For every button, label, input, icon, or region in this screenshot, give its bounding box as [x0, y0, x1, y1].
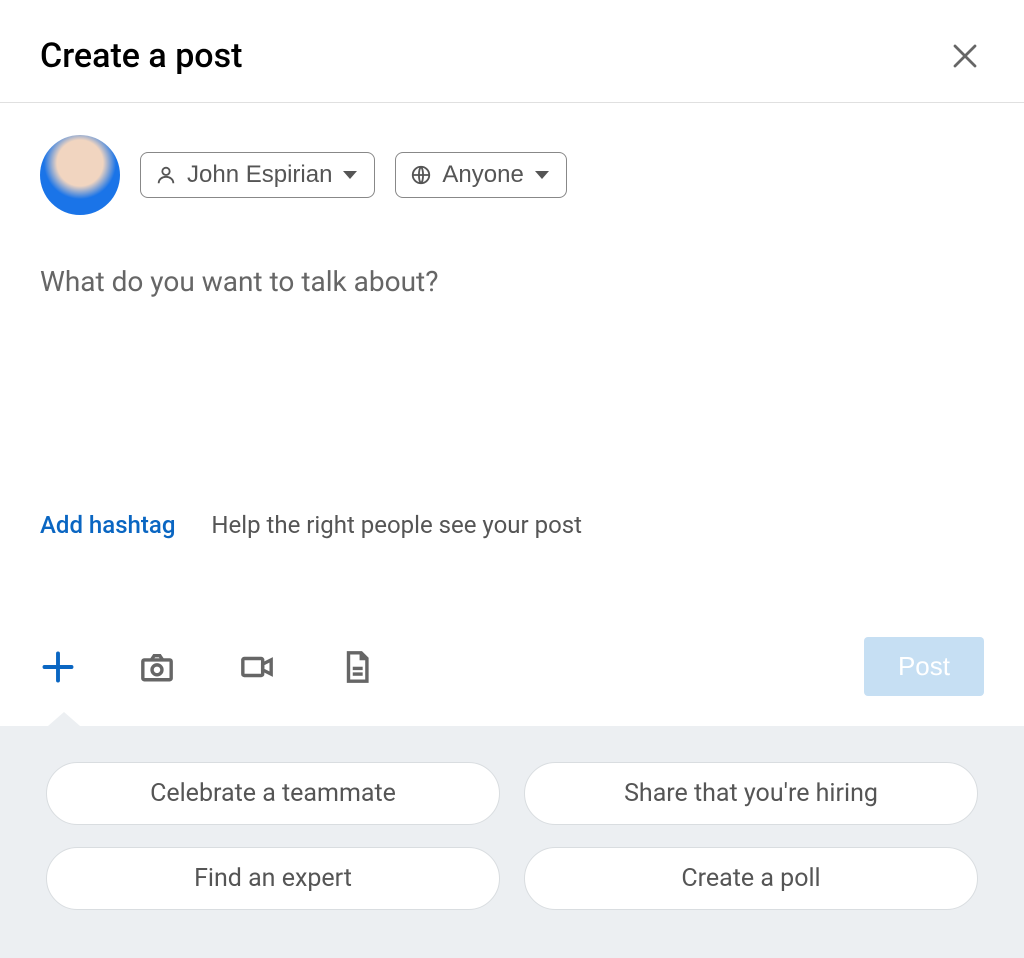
- plus-icon: [40, 649, 76, 685]
- caret-down-icon: [342, 169, 358, 181]
- audience-selector[interactable]: Anyone: [395, 152, 566, 198]
- tool-icons: [40, 649, 376, 685]
- add-document-button[interactable]: [338, 650, 376, 684]
- add-photo-button[interactable]: [138, 650, 176, 684]
- suggestion-create-poll[interactable]: Create a poll: [524, 847, 978, 910]
- person-icon: [155, 164, 177, 186]
- add-video-button[interactable]: [238, 650, 276, 684]
- camera-icon: [138, 650, 176, 684]
- hashtag-hint: Help the right people see your post: [211, 511, 582, 539]
- compose-textarea[interactable]: [40, 265, 984, 505]
- action-row: Post: [0, 603, 1024, 726]
- document-icon: [338, 650, 376, 684]
- globe-icon: [410, 164, 432, 186]
- avatar: [40, 135, 120, 215]
- video-icon: [238, 650, 276, 684]
- suggestion-share-hiring[interactable]: Share that you're hiring: [524, 762, 978, 825]
- post-button[interactable]: Post: [864, 637, 984, 696]
- author-selector[interactable]: John Espirian: [140, 152, 375, 198]
- hashtag-row: Add hashtag Help the right people see yo…: [40, 511, 984, 539]
- author-row: John Espirian Anyone: [40, 135, 984, 215]
- caret-down-icon: [534, 169, 550, 181]
- modal-title: Create a post: [40, 36, 242, 76]
- suggestions-panel: Celebrate a teammate Share that you're h…: [0, 726, 1024, 958]
- add-hashtag-button[interactable]: Add hashtag: [40, 511, 175, 539]
- suggestion-celebrate-teammate[interactable]: Celebrate a teammate: [46, 762, 500, 825]
- audience-label: Anyone: [442, 161, 523, 189]
- author-name: John Espirian: [187, 161, 332, 189]
- close-icon: [950, 41, 980, 71]
- suggestion-find-expert[interactable]: Find an expert: [46, 847, 500, 910]
- modal-header: Create a post: [0, 0, 1024, 103]
- close-button[interactable]: [946, 37, 984, 75]
- add-more-button[interactable]: [40, 649, 76, 685]
- create-post-modal: Create a post John Espirian: [0, 0, 1024, 958]
- modal-body: John Espirian Anyone: [0, 103, 1024, 603]
